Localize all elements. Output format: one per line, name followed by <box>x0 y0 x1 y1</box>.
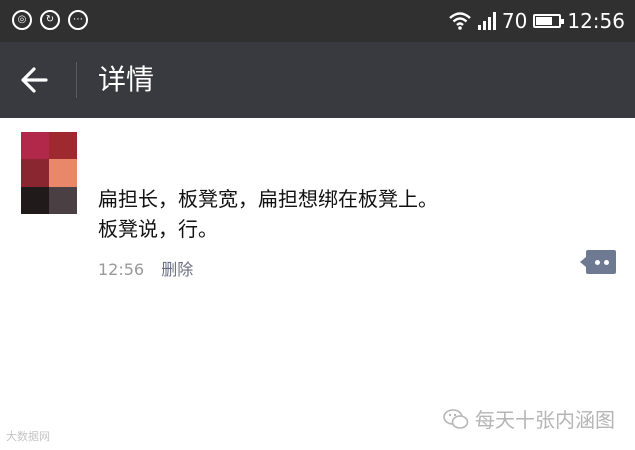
wifi-icon <box>449 12 471 30</box>
title-divider <box>76 62 77 98</box>
battery-level: 70 <box>501 9 528 33</box>
signal-icon <box>477 12 496 30</box>
post-time: 12:56 <box>98 260 145 279</box>
status-time: 12:56 <box>567 9 625 33</box>
delete-link[interactable]: 删除 <box>161 260 193 279</box>
back-arrow-icon <box>21 67 48 93</box>
post-text-line-2: 板凳说，行。 <box>98 217 218 241</box>
watermark-left: 大数据网 <box>6 430 50 443</box>
battery-fill <box>536 17 552 25</box>
more-icon: ⋯ <box>68 10 88 30</box>
post-meta: 12:56 删除 <box>98 256 193 280</box>
title-bar: 详情 <box>0 42 635 118</box>
post-text-line-1: 扁担长，板凳宽，扁担想绑在板凳上。 <box>98 187 438 211</box>
status-bar: ◎ ↻ ⋯ 70 12:56 <box>0 0 635 42</box>
watermark-right: 每天十张内涵图 <box>443 404 615 433</box>
page-title: 详情 <box>98 63 155 96</box>
status-right-group: 70 12:56 <box>448 8 625 34</box>
post-text: 扁担长，板凳宽，扁担想绑在板凳上。 板凳说，行。 <box>98 184 598 244</box>
avatar[interactable] <box>21 132 77 214</box>
wechat-icon <box>443 408 469 429</box>
refresh-icon: ↻ <box>40 10 60 30</box>
battery-icon <box>533 14 565 28</box>
comment-button[interactable] <box>580 250 616 276</box>
weibo-icon: ◎ <box>12 10 32 30</box>
watermark-right-text: 每天十张内涵图 <box>475 408 615 432</box>
comment-icon <box>586 250 616 274</box>
back-button[interactable] <box>14 60 58 100</box>
